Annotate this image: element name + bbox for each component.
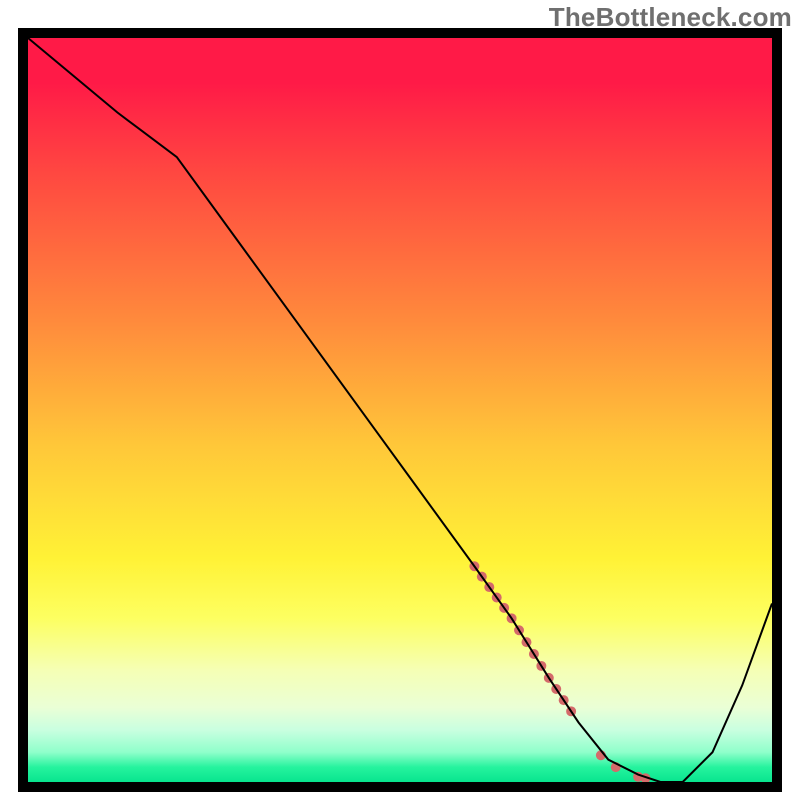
bottleneck-curve-path xyxy=(28,38,772,782)
plot-border xyxy=(18,28,782,792)
watermark-text: TheBottleneck.com xyxy=(549,2,792,33)
chart-frame: TheBottleneck.com xyxy=(0,0,800,800)
bottleneck-curve-svg xyxy=(28,38,772,782)
highlight-dots-group xyxy=(469,561,650,782)
plot-area xyxy=(28,38,772,782)
